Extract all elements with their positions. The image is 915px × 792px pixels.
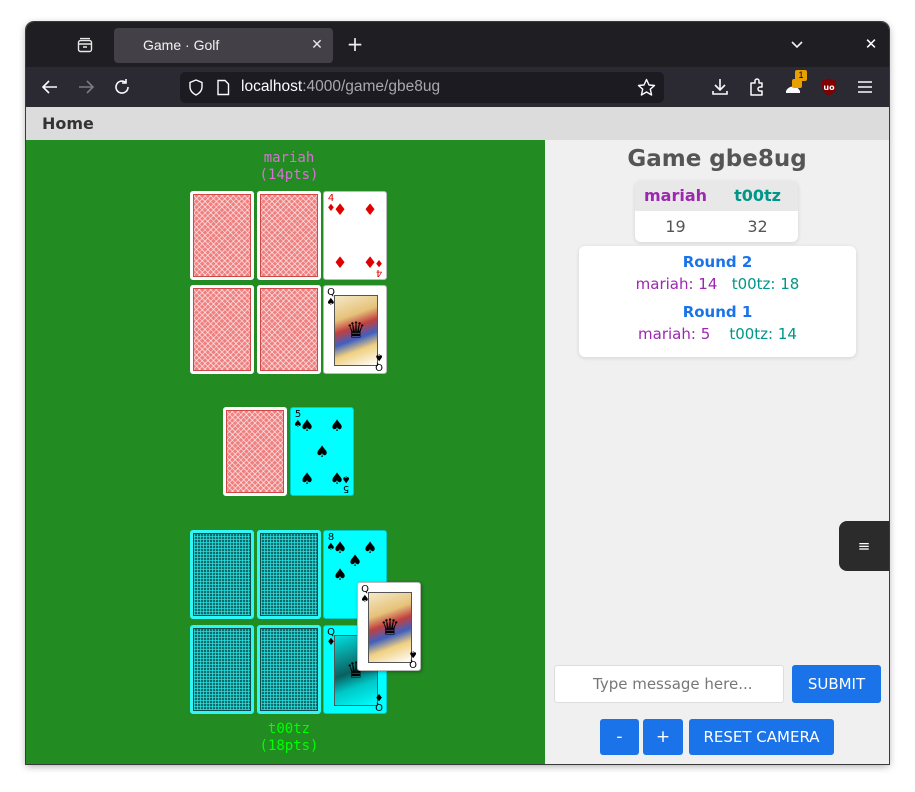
top-card-3[interactable]: 4 ♦ ♦ ♦ ♦ ♦ 4 ♦ [323,191,387,280]
score-header-p1: mariah [643,186,708,205]
top-player-points: (14pts) [259,167,319,183]
diamond-pip: ♦ [332,200,348,219]
spade-pip: ♠ [299,416,315,435]
card-corner: Q ♠ [408,648,418,669]
spade-pip: ♠ [329,416,345,435]
queen-of-spades-art: ♛ [334,295,378,366]
bottom-card-4[interactable] [190,625,254,714]
top-player-name: mariah [263,150,315,166]
side-panel: Game gbe8ug mariah t00tz 19 32 Round 2 m… [545,140,889,764]
bottom-player-label: t00tz (18pts) [239,721,339,755]
shield-icon[interactable] [188,79,204,100]
round-scores: mariah: 5 t00tz: 14 [579,325,856,343]
url-path: :4000/game/gbe8ug [302,78,441,95]
round-score-p1: mariah: 5 [638,325,711,343]
game-title: Game gbe8ug [627,146,807,172]
browser-window: Game · Golf ✕ + ✕ localhost:4000/game/gb… [26,22,889,764]
svg-text:uo: uo [823,83,835,92]
bottom-card-5[interactable] [257,625,321,714]
menu-icon[interactable] [855,77,875,97]
card-corner: Q ♠ [374,351,384,372]
menu-icon: ≡ [857,537,871,555]
top-card-1[interactable] [190,191,254,280]
spade-pip: ♠ [347,551,363,570]
zoom-out-button[interactable]: - [600,719,639,755]
top-card-4[interactable] [190,285,254,374]
top-card-5[interactable] [257,285,321,374]
bottom-card-1[interactable] [190,530,254,619]
url-text: localhost:4000/game/gbe8ug [241,78,440,96]
round-scores: mariah: 14 t00tz: 18 [579,275,856,293]
tab-bar: Game · Golf ✕ + ✕ [26,22,889,67]
url-host: localhost [241,78,303,95]
diamond-pip: ♦ [362,200,378,219]
tab-groups-icon[interactable] [74,34,96,56]
top-nav: Home [26,107,889,140]
spade-pip: ♠ [314,442,330,461]
home-link[interactable]: Home [42,114,94,133]
card-corner: Q ♦ [374,691,384,712]
reload-icon[interactable] [112,77,132,97]
bookmark-star-icon[interactable] [637,78,656,101]
spade-pip: ♠ [332,565,348,584]
spade-pip: ♠ [299,469,315,488]
nav-bar: localhost:4000/game/gbe8ug 1 uo [26,67,889,107]
downloads-icon[interactable] [710,77,730,97]
tab-title: Game · Golf [143,37,220,53]
draw-pile[interactable] [223,407,287,496]
submit-button[interactable]: SUBMIT [792,665,881,703]
bottom-player-points: (18pts) [259,738,319,754]
spade-pip: ♠ [332,538,348,557]
top-player-label: mariah (14pts) [239,150,339,184]
score-total-p1: 19 [665,217,686,236]
extensions-icon[interactable] [747,77,767,97]
round-score-p2: t00tz: 14 [729,325,797,343]
round-score-p2: t00tz: 18 [731,275,800,293]
page-content: Home mariah (14pts) 4♦ ♦ ♦ ♦ ♦ 4♦ Q♠ [26,107,889,764]
chevron-down-icon[interactable] [788,35,806,53]
extension-badge: 1 [795,70,807,81]
spade-pip: ♠ [362,538,378,557]
active-tab[interactable]: Game · Golf ✕ [114,28,333,63]
bottom-card-2[interactable] [257,530,321,619]
score-header-p2: t00tz [734,186,781,205]
url-bar[interactable]: localhost:4000/game/gbe8ug [180,72,664,103]
queen-of-spades-art: ♛ [368,592,412,663]
score-table: mariah t00tz 19 32 [635,181,798,242]
rounds-card: Round 2 mariah: 14 t00tz: 18 Round 1 mar… [579,246,856,357]
top-card-6[interactable]: Q ♠ ♛ Q ♠ [323,285,387,374]
ublock-icon[interactable]: uo [819,77,839,97]
round-score-p1: mariah: 14 [635,275,718,293]
back-icon[interactable] [40,77,60,97]
round-title: Round 1 [682,303,753,321]
top-card-2[interactable] [257,191,321,280]
close-tab-icon[interactable]: ✕ [309,37,325,53]
card-corner: 4 ♦ [374,257,384,278]
held-card[interactable]: Q ♠ ♛ Q ♠ [357,582,421,671]
diamond-pip: ♦ [332,253,348,272]
round-title: Round 2 [682,253,753,271]
card-corner: 5 ♠ [341,473,351,494]
forward-icon[interactable] [76,77,96,97]
new-tab-icon[interactable]: + [345,34,365,54]
game-table[interactable]: mariah (14pts) 4♦ ♦ ♦ ♦ ♦ 4♦ Q♠ ♛ Q♠ [26,140,545,764]
message-input[interactable] [554,665,784,703]
score-total-p2: 32 [747,217,768,236]
reset-camera-button[interactable]: RESET CAMERA [689,719,834,755]
zoom-in-button[interactable]: + [643,719,683,755]
floating-menu-button[interactable]: ≡ [839,521,889,571]
discard-pile[interactable]: 5 ♠ ♠ ♠ ♠ ♠ ♠ 5 ♠ [290,407,354,496]
bottom-player-name: t00tz [267,721,311,737]
page-info-icon[interactable] [216,79,230,100]
window-close-icon[interactable]: ✕ [862,35,880,53]
